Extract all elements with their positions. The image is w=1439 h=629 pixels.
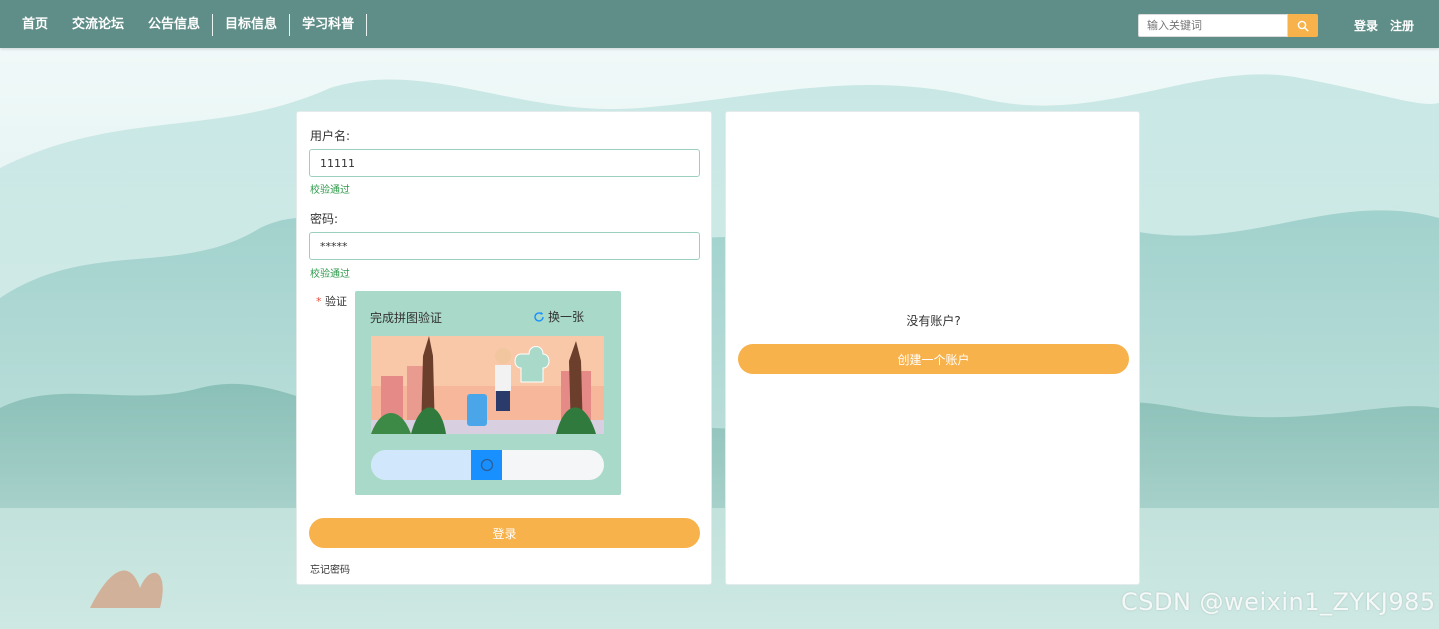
register-link[interactable]: 注册 — [1390, 17, 1414, 34]
top-navbar: 首页 交流论坛 公告信息 目标信息 学习科普 登录 注册 — [0, 0, 1439, 48]
captcha-slider-track — [371, 450, 604, 480]
search-icon — [1297, 20, 1309, 32]
nav-item-announcements[interactable]: 公告信息 — [136, 14, 214, 36]
forgot-password-link[interactable]: 忘记密码 — [310, 561, 350, 576]
register-card: 没有账户? 创建一个账户 — [725, 111, 1140, 585]
search-button[interactable] — [1288, 14, 1318, 37]
nav-item-goals[interactable]: 目标信息 — [213, 14, 291, 36]
search-input[interactable] — [1138, 14, 1288, 37]
captcha-refresh-button[interactable]: 换一张 — [533, 308, 584, 325]
login-card: 用户名: 校验通过 密码: 校验通过 * 验证 完成拼图验证 换一张 — [296, 111, 712, 585]
create-account-button[interactable]: 创建一个账户 — [738, 344, 1129, 374]
nav-item-home[interactable]: 首页 — [10, 14, 60, 36]
no-account-prompt: 没有账户? — [906, 314, 961, 328]
username-label: 用户名: — [310, 129, 351, 143]
watermark-text: CSDN @weixin1_ZYKJ985 — [1121, 588, 1436, 616]
username-status: 校验通过 — [310, 185, 350, 196]
password-field[interactable] — [309, 232, 700, 260]
captcha-title: 完成拼图验证 — [370, 311, 443, 325]
nav-item-learning[interactable]: 学习科普 — [290, 14, 368, 36]
main-nav: 首页 交流论坛 公告信息 目标信息 学习科普 — [10, 14, 368, 36]
landscape-background — [0, 74, 1439, 629]
refresh-label: 换一张 — [548, 310, 585, 324]
username-field[interactable] — [309, 149, 700, 177]
password-label: 密码: — [310, 212, 339, 226]
login-link[interactable]: 登录 — [1354, 17, 1378, 34]
puzzle-captcha: 完成拼图验证 换一张 — [355, 291, 621, 495]
captcha-puzzle-image — [371, 336, 604, 434]
verify-label-wrap: * 验证 — [316, 293, 347, 309]
slider-progress-fill — [371, 450, 487, 480]
password-status: 校验通过 — [310, 269, 350, 280]
slider-handle[interactable] — [471, 450, 502, 480]
login-button[interactable]: 登录 — [309, 518, 700, 548]
refresh-icon — [534, 311, 544, 322]
required-marker: * — [316, 295, 322, 308]
slider-circle-icon — [480, 458, 493, 472]
nav-item-forum[interactable]: 交流论坛 — [60, 14, 136, 36]
verify-label: 验证 — [325, 295, 347, 308]
